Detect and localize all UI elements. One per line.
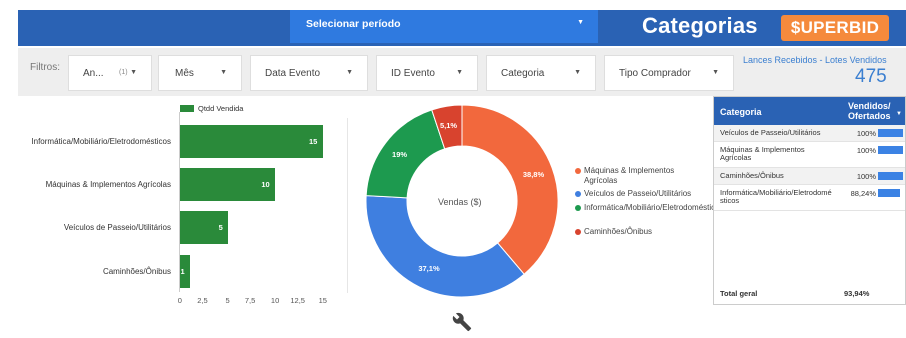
filter-label: Mês bbox=[175, 68, 194, 79]
legend-item[interactable]: Caminhões/Ônibus bbox=[575, 227, 702, 237]
wrench-icon[interactable] bbox=[452, 312, 472, 332]
column-header-line1: Vendidos/ bbox=[848, 101, 891, 111]
bar-category-label: Veículos de Passeio/Utilitários bbox=[63, 222, 171, 232]
bar-legend-label: Qtdd Vendida bbox=[198, 104, 244, 113]
legend-item[interactable]: Máquinas & Implementos Agrícolas bbox=[575, 166, 702, 186]
category-table: Categoria Vendidos/ Ofertados ▼ Veículos… bbox=[713, 96, 906, 305]
period-selector[interactable]: Selecionar período ▼ bbox=[290, 10, 598, 43]
kpi-label: Lances Recebidos - Lotes Vendidos bbox=[743, 55, 887, 65]
brand-logo: $UPERBID bbox=[781, 15, 889, 41]
x-tick-label: 15 bbox=[318, 296, 327, 305]
bar-value-label: 10 bbox=[261, 179, 270, 189]
slice-value-label: 38,8% bbox=[522, 169, 545, 179]
slice-maquinas[interactable] bbox=[461, 104, 559, 275]
legend-dot bbox=[575, 191, 581, 197]
total-value: 93,94% bbox=[844, 289, 870, 298]
total-label: Total geral bbox=[720, 289, 758, 298]
table-row[interactable]: Caminhões/Ônibus 100% bbox=[714, 168, 905, 185]
sort-desc-icon[interactable]: ▼ bbox=[896, 111, 902, 117]
row-value-bar bbox=[878, 172, 903, 180]
caret-down-icon: ▼ bbox=[220, 69, 227, 76]
legend-dot bbox=[575, 205, 581, 211]
caret-down-icon: ▼ bbox=[130, 69, 137, 76]
x-tick-label: 7,5 bbox=[244, 296, 256, 305]
filter-mes[interactable]: Mês ▼ bbox=[158, 55, 242, 91]
legend-label: Informática/Mobiliário/Eletrodomésticos bbox=[584, 203, 724, 212]
caret-down-icon: ▼ bbox=[346, 69, 353, 76]
slice-value-label: 19% bbox=[392, 150, 408, 160]
table-header: Categoria Vendidos/ Ofertados ▼ bbox=[714, 97, 905, 125]
row-category: Máquinas & Implementos Agrícolas bbox=[720, 145, 805, 162]
filter-data-evento[interactable]: Data Evento ▼ bbox=[250, 55, 368, 91]
filters-label: Filtros: bbox=[30, 62, 60, 73]
x-tick-label: 12,5 bbox=[290, 296, 305, 305]
filter-ano[interactable]: An... (1) ▼ bbox=[68, 55, 152, 91]
row-category: Caminhões/Ônibus bbox=[720, 171, 784, 180]
bar-legend-swatch bbox=[180, 105, 194, 112]
filter-count: (1) bbox=[119, 69, 128, 76]
row-category: Veículos de Passeio/Utilitários bbox=[720, 128, 821, 137]
kpi-value: 475 bbox=[855, 66, 887, 87]
bar-category-label: Máquinas & Implementos Agrícolas bbox=[45, 179, 171, 189]
legend-dot bbox=[575, 168, 581, 174]
x-tick-label: 10 bbox=[270, 296, 280, 305]
caret-down-icon: ▼ bbox=[577, 19, 584, 26]
table-row[interactable]: Veículos de Passeio/Utilitários 100% bbox=[714, 125, 905, 142]
row-category: Informática/Mobiliário/Eletrodomé sticos bbox=[720, 188, 832, 205]
filter-label: Categoria bbox=[501, 68, 545, 79]
slice-value-label: 37,1% bbox=[418, 263, 440, 273]
x-tick-label: 5 bbox=[225, 296, 230, 305]
bar-value-label: 5 bbox=[218, 222, 223, 232]
row-value-bar bbox=[878, 129, 903, 137]
caret-down-icon: ▼ bbox=[456, 69, 463, 76]
table-row[interactable]: Informática/Mobiliário/Eletrodomé sticos… bbox=[714, 185, 905, 211]
filter-id-evento[interactable]: ID Evento ▼ bbox=[376, 55, 478, 91]
donut-center-label: Vendas ($) bbox=[438, 197, 482, 207]
filter-label: Data Evento bbox=[265, 68, 321, 79]
row-value-bar bbox=[878, 146, 903, 154]
legend-dot bbox=[575, 229, 581, 235]
caret-down-icon: ▼ bbox=[574, 69, 581, 76]
row-value: 100% bbox=[856, 146, 876, 155]
x-tick-label: 0 bbox=[177, 296, 182, 305]
x-tick-label: 2,5 bbox=[197, 296, 208, 305]
column-header-category[interactable]: Categoria bbox=[720, 107, 762, 117]
slice-value-label: 5,1% bbox=[439, 121, 458, 131]
period-selector-label: Selecionar período bbox=[306, 18, 401, 30]
filter-categoria[interactable]: Categoria ▼ bbox=[486, 55, 596, 91]
row-value-bar bbox=[878, 189, 901, 197]
column-header-line2: Ofertados bbox=[848, 111, 891, 121]
filter-label: An... bbox=[83, 68, 104, 79]
legend-label: Veículos de Passeio/Utilitários bbox=[584, 189, 692, 198]
bar[interactable] bbox=[180, 125, 323, 158]
row-value: 100% bbox=[856, 172, 876, 181]
bar-value-label: 1 bbox=[180, 266, 185, 276]
legend-label: Caminhões/Ônibus bbox=[584, 227, 653, 236]
bar-value-label: 15 bbox=[309, 136, 318, 146]
divider bbox=[347, 118, 348, 293]
legend-label: Máquinas & Implementos Agrícolas bbox=[584, 166, 675, 185]
table-row[interactable]: Máquinas & Implementos Agrícolas 100% bbox=[714, 142, 905, 168]
column-header-sold-offered[interactable]: Vendidos/ Ofertados bbox=[848, 101, 891, 121]
caret-down-icon: ▼ bbox=[712, 69, 719, 76]
row-value: 100% bbox=[856, 129, 876, 138]
slice-veiculos[interactable] bbox=[365, 195, 525, 298]
filter-label: Tipo Comprador bbox=[619, 68, 691, 79]
row-value: 88,24% bbox=[850, 189, 876, 198]
filter-tipo-comprador[interactable]: Tipo Comprador ▼ bbox=[604, 55, 734, 91]
filter-label: ID Evento bbox=[391, 68, 435, 79]
bar-category-label: Caminhões/Ônibus bbox=[102, 266, 171, 276]
bar-category-label: Informática/Mobiliário/Eletrodomésticos bbox=[31, 136, 171, 146]
legend-item[interactable]: Informática/Mobiliário/Eletrodomésticos bbox=[575, 203, 724, 213]
legend-item[interactable]: Veículos de Passeio/Utilitários bbox=[575, 189, 702, 199]
page-title: Categorias bbox=[642, 13, 758, 38]
